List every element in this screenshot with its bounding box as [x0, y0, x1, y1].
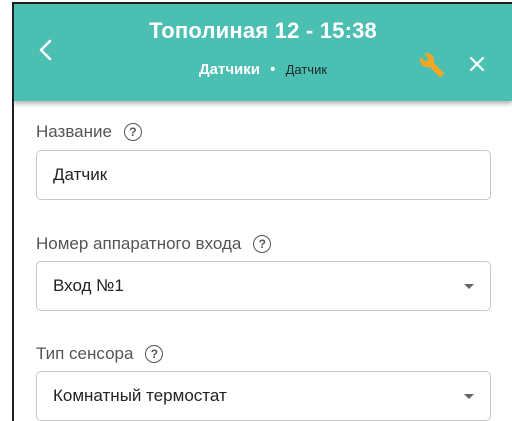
help-icon[interactable]: ?	[253, 235, 272, 253]
breadcrumb-sensors-link[interactable]: Датчики	[199, 61, 260, 78]
help-icon[interactable]: ?	[145, 345, 164, 363]
settings-button[interactable]	[417, 50, 447, 80]
name-field-label: Название ?	[36, 122, 142, 142]
app-header: Тополиная 12 - 15:38 Датчики • Датчик	[14, 4, 512, 101]
dropdown-caret-icon	[464, 394, 474, 399]
hardware-input-label-text: Номер аппаратного входа	[36, 234, 242, 253]
name-input[interactable]: Датчик	[36, 150, 491, 200]
hardware-input-selected-value: Вход №1	[53, 276, 124, 295]
app-window: Тополиная 12 - 15:38 Датчики • Датчик На…	[12, 2, 512, 421]
sensor-type-label-text: Тип сенсора	[36, 344, 134, 363]
breadcrumb-current: Датчик	[285, 62, 328, 77]
sensor-type-selected-value: Комнатный термостат	[53, 386, 227, 405]
hardware-input-field-label: Номер аппаратного входа ?	[36, 234, 272, 254]
dropdown-caret-icon	[464, 284, 474, 289]
name-label-text: Название	[36, 122, 112, 141]
page-title: Тополиная 12 - 15:38	[149, 18, 377, 43]
name-input-value: Датчик	[53, 165, 108, 184]
close-icon	[469, 56, 485, 72]
sensor-type-select[interactable]: Комнатный термостат	[36, 371, 491, 421]
wrench-icon	[420, 53, 444, 77]
close-button[interactable]	[462, 49, 492, 79]
sensor-type-field-label: Тип сенсора ?	[36, 344, 164, 364]
help-icon[interactable]: ?	[123, 123, 142, 141]
breadcrumb-separator: •	[270, 61, 276, 78]
hardware-input-select[interactable]: Вход №1	[36, 261, 491, 311]
